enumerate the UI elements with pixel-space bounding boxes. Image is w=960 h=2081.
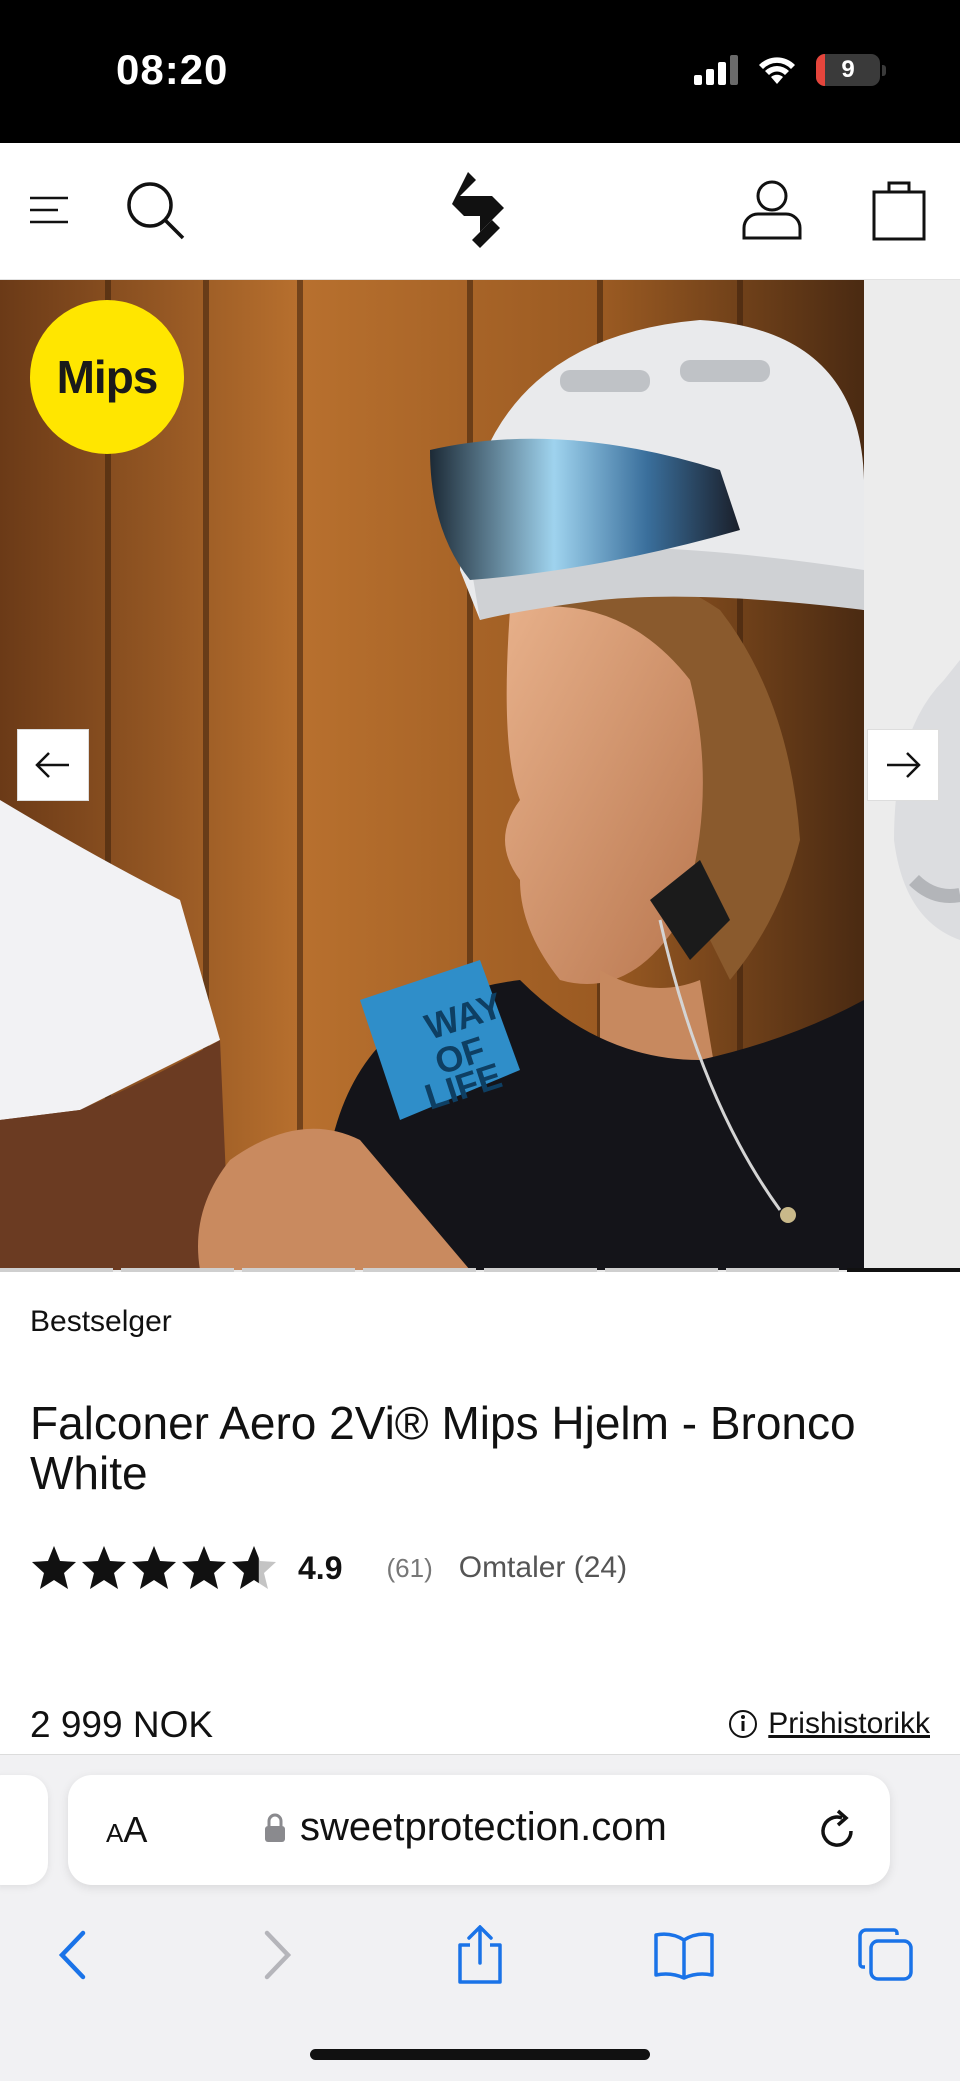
- back-button[interactable]: [32, 1915, 112, 1995]
- product-image-carousel[interactable]: WAY OF LIFE Mips: [0, 280, 960, 1272]
- rating-stars: [30, 1544, 278, 1592]
- rating-count: (61): [386, 1552, 433, 1583]
- url-display[interactable]: sweetprotection.com: [264, 1805, 667, 1850]
- carousel-progress-segment: [726, 1268, 839, 1272]
- bestseller-label: Bestselger: [30, 1305, 172, 1338]
- mips-badge: Mips: [30, 300, 184, 454]
- carousel-prev-button[interactable]: [17, 729, 89, 801]
- chevron-left-icon: [58, 1930, 86, 1980]
- share-icon[interactable]: [440, 1915, 520, 1995]
- home-indicator: [310, 2049, 650, 2060]
- rating-value: 4.9: [298, 1549, 343, 1586]
- url-text: sweetprotection.com: [300, 1805, 667, 1849]
- hamburger-menu-icon[interactable]: [14, 175, 84, 245]
- status-time: 08:20: [116, 46, 229, 93]
- rating-row[interactable]: 4.9 (61) Omtaler (24): [30, 1540, 627, 1596]
- shopping-bag-icon[interactable]: [864, 175, 934, 245]
- user-icon[interactable]: [737, 175, 807, 245]
- info-icon: [729, 1710, 758, 1738]
- battery-icon: 9: [816, 54, 886, 86]
- bookmarks-icon[interactable]: [644, 1915, 724, 1995]
- price-history-link[interactable]: Prishistorikk: [728, 1707, 930, 1741]
- search-icon[interactable]: [120, 175, 190, 245]
- product-price: 2 999 NOK: [30, 1704, 214, 1745]
- chevron-right-icon: [264, 1930, 292, 1980]
- browser-chrome: AA sweetprotection.com: [0, 1754, 960, 2081]
- status-bar: 08:20 9: [0, 0, 960, 143]
- carousel-progress-segment: [605, 1268, 718, 1272]
- carousel-progress-segment: [484, 1268, 597, 1272]
- carousel-progress-segment: [847, 1268, 960, 1272]
- star-icon: [182, 1546, 226, 1589]
- carousel-progress-segment: [242, 1268, 355, 1272]
- star-icon: [132, 1546, 176, 1589]
- carousel-next-button[interactable]: [867, 729, 939, 801]
- wifi-icon: [759, 57, 795, 84]
- cellular-signal-icon: [694, 55, 738, 85]
- browser-toolbar: [0, 1915, 960, 2005]
- address-bar[interactable]: AA sweetprotection.com: [68, 1775, 890, 1885]
- site-header: [0, 143, 960, 280]
- reviews-link[interactable]: Omtaler (24): [459, 1551, 627, 1585]
- previous-tab-preview[interactable]: [0, 1775, 48, 1885]
- arrow-right-icon: [887, 752, 921, 778]
- star-icon: [32, 1546, 76, 1589]
- carousel-progress-segment: [121, 1268, 234, 1272]
- status-icons: 9: [694, 54, 886, 86]
- star-icon: [232, 1546, 276, 1589]
- forward-button[interactable]: [238, 1915, 318, 1995]
- star-icon: [82, 1546, 126, 1589]
- lock-icon: [265, 1813, 285, 1842]
- sweet-protection-logo[interactable]: [430, 172, 530, 248]
- carousel-progress-segment: [363, 1268, 476, 1272]
- arrow-left-icon: [35, 752, 69, 778]
- carousel-progress: [0, 1268, 960, 1272]
- product-title: Falconer Aero 2Vi® Mips Hjelm - Bronco W…: [30, 1397, 856, 1499]
- text-size-button[interactable]: AA: [106, 1809, 147, 1851]
- reload-icon[interactable]: [818, 1807, 858, 1856]
- price-history-label[interactable]: Prishistorikk: [768, 1707, 930, 1741]
- carousel-progress-segment: [0, 1268, 113, 1272]
- tabs-icon[interactable]: [846, 1915, 926, 1995]
